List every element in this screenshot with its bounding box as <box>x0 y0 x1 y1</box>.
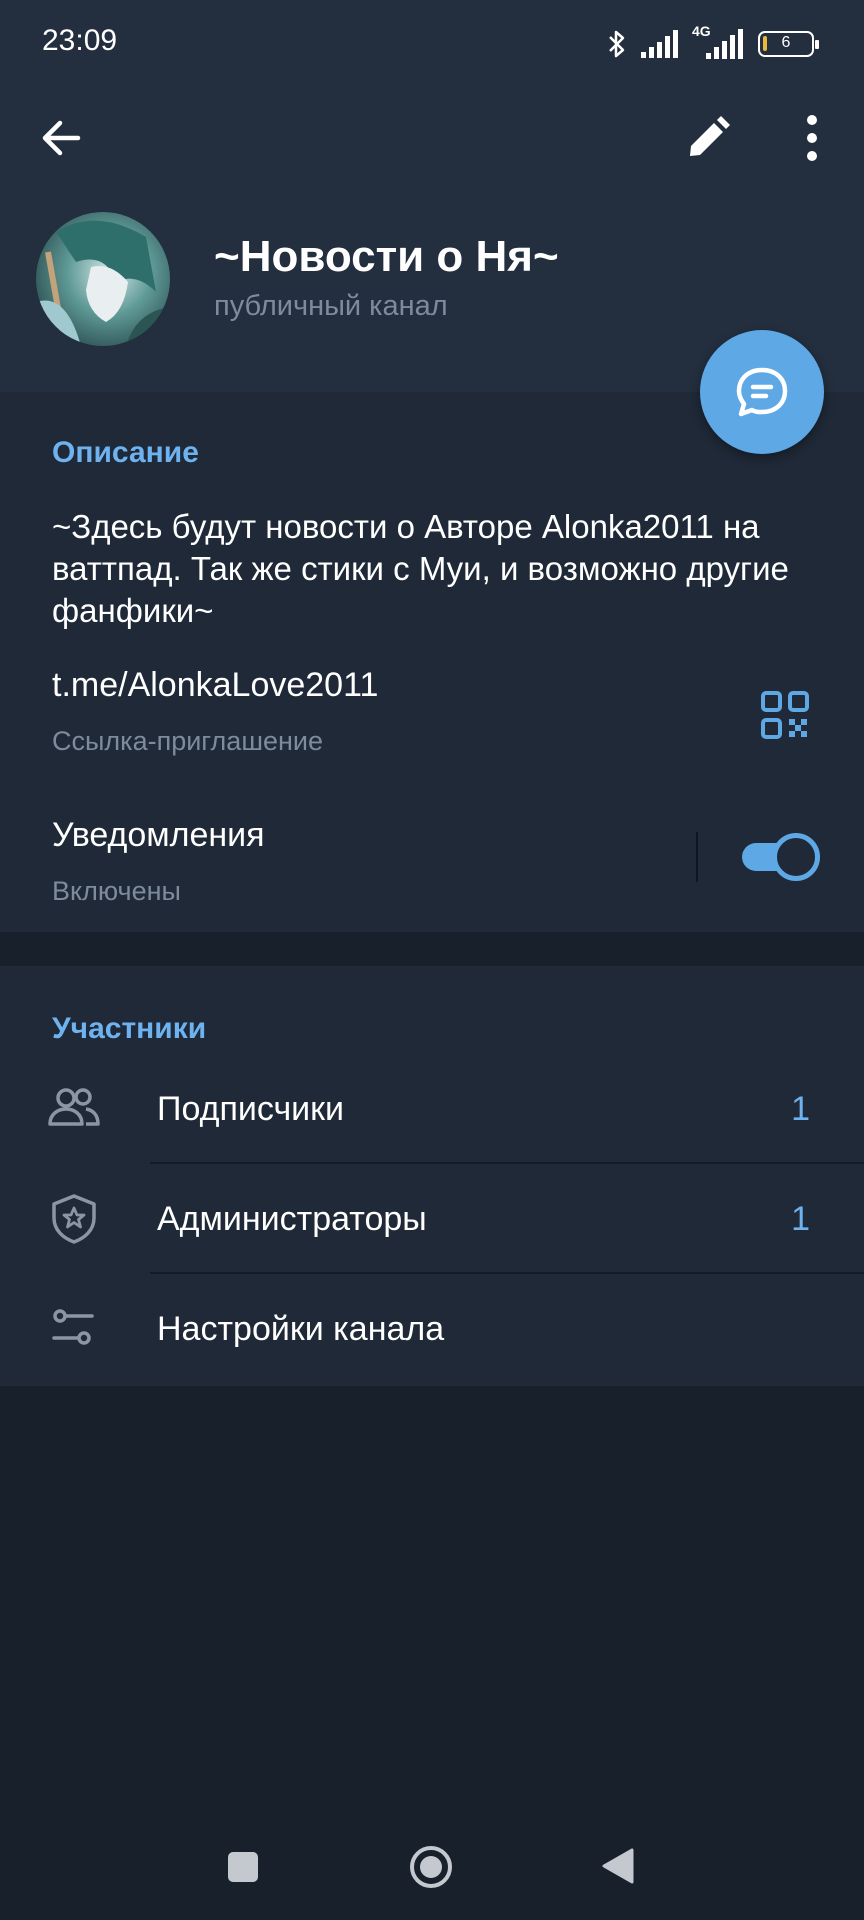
avatar-image <box>36 212 170 346</box>
status-icons: 4G 6 <box>606 23 819 64</box>
back-button[interactable] <box>34 110 90 166</box>
pencil-icon <box>690 116 730 156</box>
signal-4g-icon: 4G <box>692 23 746 61</box>
profile-header: 23:09 4G 6 ~Новости о Ня~ публичный кана… <box>0 0 864 392</box>
notifications-status: Включены <box>52 876 181 906</box>
administrators-row[interactable]: Администраторы 1 <box>0 1164 864 1274</box>
qr-code-button[interactable] <box>760 690 810 740</box>
channel-title: ~Новости о Ня~ <box>214 232 559 281</box>
channel-type: публичный канал <box>214 290 448 322</box>
more-vertical-icon <box>807 115 817 161</box>
members-section: Участники Подписчики 1 Администраторы 1 … <box>0 966 864 1386</box>
home-button[interactable] <box>408 1844 454 1890</box>
qr-code-icon <box>761 691 809 739</box>
discussion-fab[interactable] <box>700 330 824 454</box>
sliders-icon <box>52 1309 94 1345</box>
subscribers-row[interactable]: Подписчики 1 <box>0 1054 864 1164</box>
battery-level: 6 <box>781 34 791 51</box>
notifications-title: Уведомления <box>52 816 265 854</box>
description-header: Описание <box>52 436 199 469</box>
battery-icon: 6 <box>758 31 819 57</box>
status-time: 23:09 <box>42 24 118 57</box>
info-section: Описание ~Здесь будут новости о Авторе A… <box>0 392 864 932</box>
shield-star-icon <box>52 1194 96 1244</box>
recents-button[interactable] <box>228 1852 258 1882</box>
chat-bubble-icon <box>736 367 788 417</box>
channel-avatar[interactable] <box>36 212 170 346</box>
invite-link-caption: Ссылка-приглашение <box>52 726 324 756</box>
signal-icon <box>641 30 678 58</box>
users-icon <box>48 1088 100 1126</box>
notifications-toggle[interactable] <box>742 833 820 881</box>
notifications-divider <box>696 832 698 882</box>
members-header: Участники <box>52 1012 207 1045</box>
edit-button[interactable] <box>680 110 736 166</box>
arrow-left-icon <box>42 120 81 156</box>
system-back-button[interactable] <box>600 1846 636 1886</box>
channel-description: ~Здесь будут новости о Авторе Alonka2011… <box>52 508 789 629</box>
invite-link[interactable]: t.me/AlonkaLove2011 <box>52 666 378 705</box>
home-circle-icon <box>410 1846 452 1888</box>
subscribers-count: 1 <box>791 1090 810 1128</box>
triangle-back-icon <box>602 1848 634 1884</box>
administrators-count: 1 <box>791 1200 810 1238</box>
channel-settings-label: Настройки канала <box>157 1310 445 1348</box>
channel-settings-row[interactable]: Настройки канала <box>0 1274 864 1384</box>
toggle-knob <box>772 833 820 881</box>
administrators-label: Администраторы <box>157 1200 427 1238</box>
more-menu-button[interactable] <box>786 110 842 166</box>
subscribers-label: Подписчики <box>157 1090 345 1128</box>
bluetooth-icon <box>609 30 625 58</box>
